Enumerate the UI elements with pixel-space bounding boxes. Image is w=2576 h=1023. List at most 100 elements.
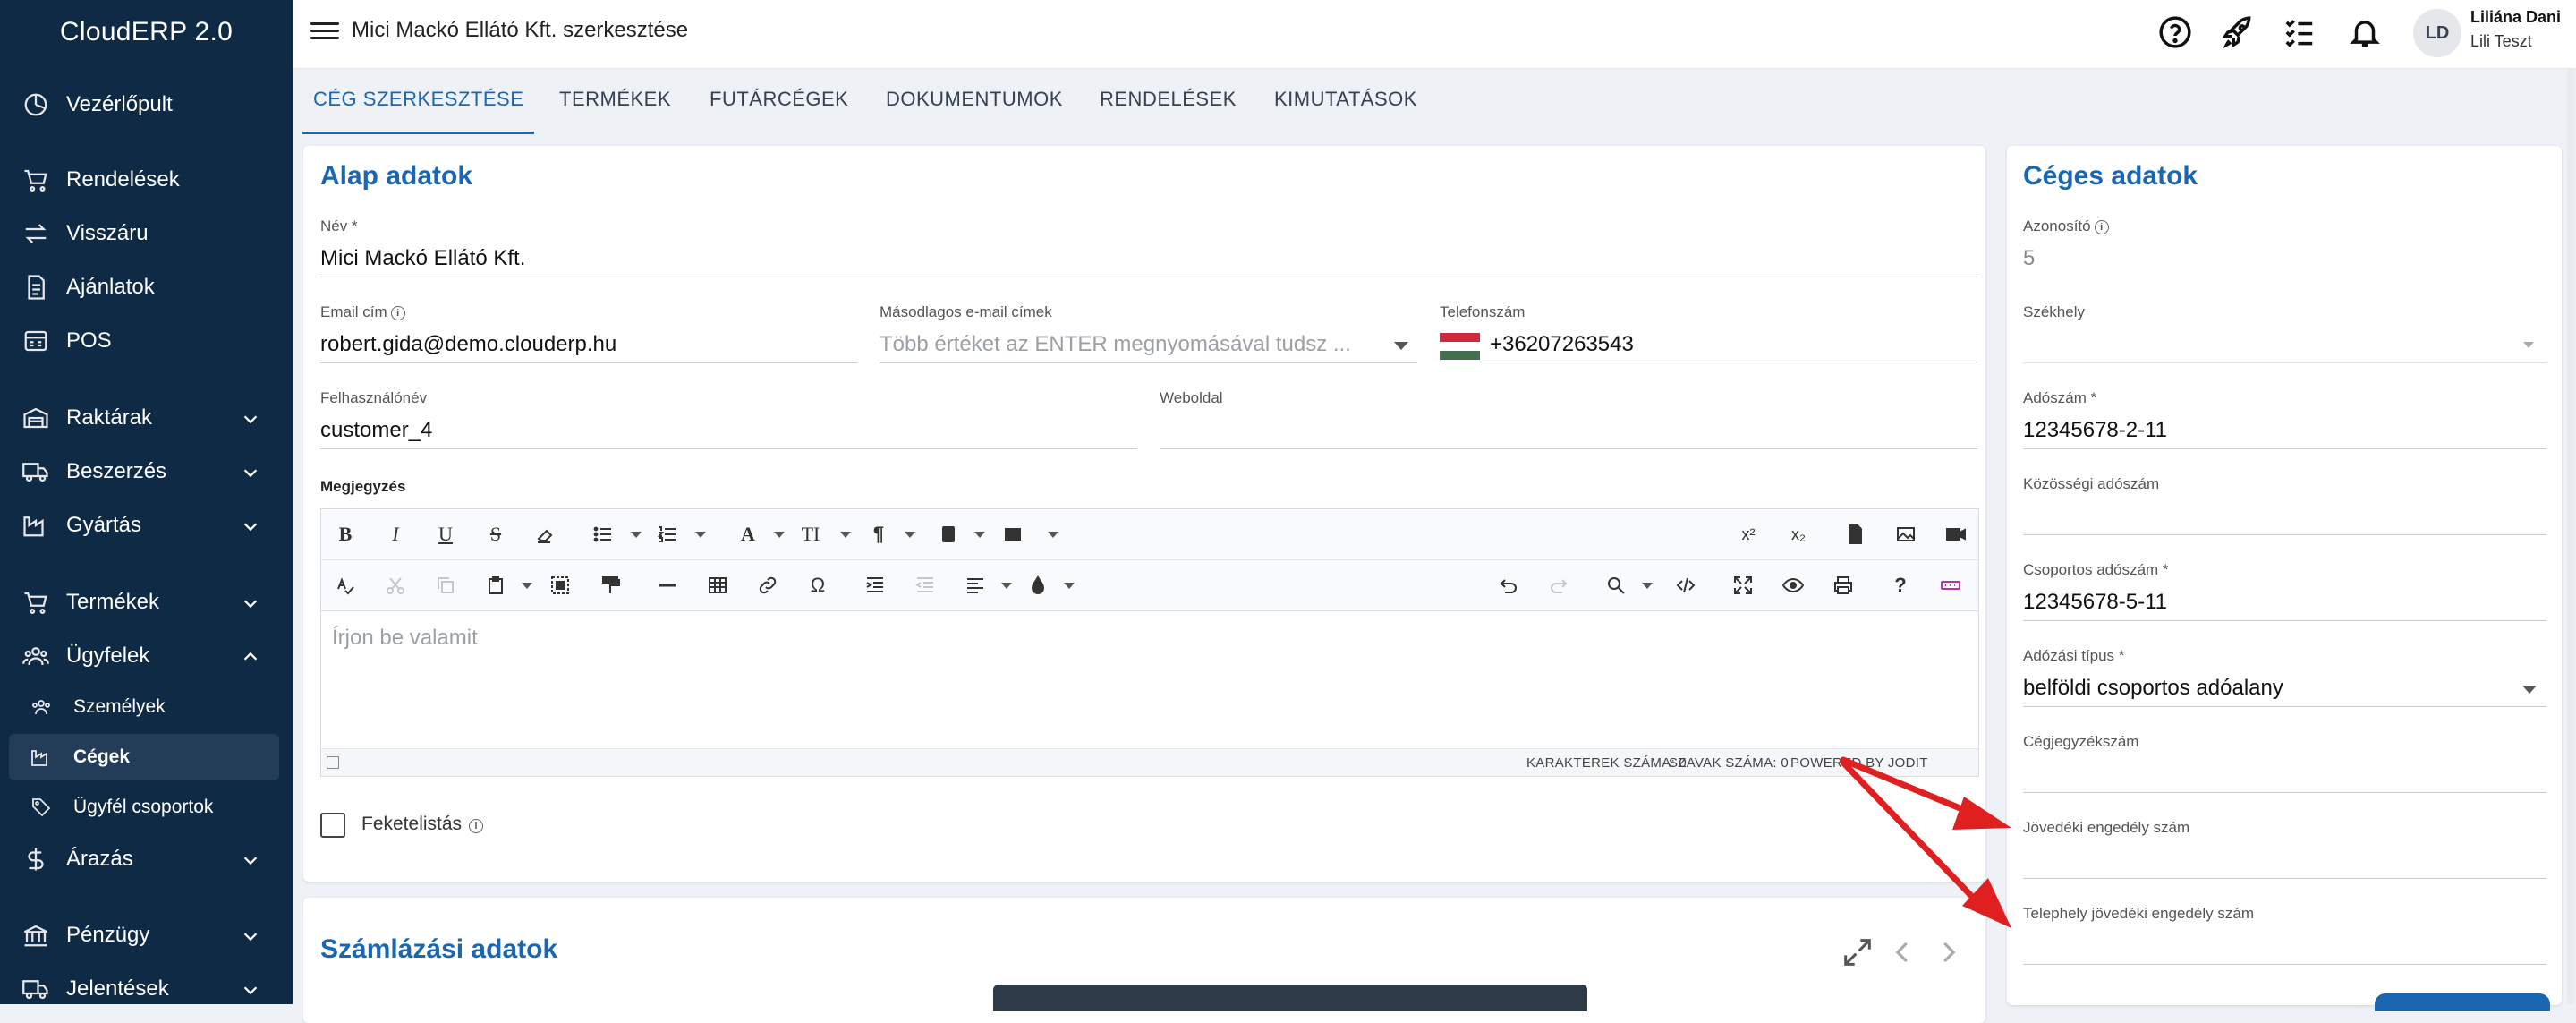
save-button[interactable] <box>2375 993 2550 1011</box>
email-input[interactable]: robert.gida@demo.clouderp.hu <box>320 327 857 363</box>
sidebar-item-purchasing[interactable]: Beszerzés <box>0 447 293 497</box>
link-icon[interactable] <box>754 571 781 600</box>
chevron-down-icon[interactable] <box>631 532 642 538</box>
print-icon[interactable] <box>1830 571 1857 600</box>
name-input[interactable]: Mici Mackó Ellátó Kft. <box>320 241 1977 277</box>
bell-icon[interactable] <box>2345 13 2385 52</box>
italic-icon[interactable]: I <box>382 520 409 549</box>
info-icon[interactable]: i <box>469 819 484 833</box>
reg-number-input[interactable] <box>2023 756 2546 793</box>
sidebar-subitem-customer-groups[interactable]: Ügyfél csoportok <box>0 784 293 831</box>
sidebar-subitem-companies[interactable]: Cégek <box>9 734 279 780</box>
font-size-icon[interactable]: TI <box>797 520 824 549</box>
paragraph-icon[interactable]: ¶ <box>865 520 892 549</box>
hungary-flag-icon[interactable] <box>1440 333 1480 360</box>
format-painter-icon[interactable] <box>597 571 624 600</box>
secondary-email-input[interactable]: Több értéket az ENTER megnyomásával tuds… <box>880 327 1417 363</box>
sidebar-item-finance[interactable]: Pénzügy <box>0 910 293 960</box>
paste-icon[interactable] <box>482 571 509 600</box>
resize-handle-icon[interactable] <box>327 756 339 769</box>
chevron-left-icon[interactable] <box>1890 934 1917 970</box>
bold-icon[interactable]: B <box>332 520 359 549</box>
sidebar-item-returns[interactable]: Visszáru <box>0 209 293 259</box>
sidebar-item-customers[interactable]: Ügyfelek <box>0 631 293 681</box>
strikethrough-icon[interactable]: S <box>482 520 509 549</box>
info-icon[interactable]: i <box>390 306 405 320</box>
site-excise-input[interactable] <box>2023 928 2546 965</box>
info-icon[interactable]: i <box>2094 220 2109 234</box>
checklist-icon[interactable] <box>2280 13 2319 52</box>
source-code-icon[interactable] <box>1672 571 1699 600</box>
chevron-right-icon[interactable] <box>1934 934 1961 970</box>
tab-documents[interactable]: DOKUMENTUMOK <box>886 69 1063 132</box>
seat-select[interactable] <box>2023 327 2546 363</box>
chevron-down-icon[interactable] <box>1642 583 1653 589</box>
tab-company-edit[interactable]: CÉG SZERKESZTÉSE <box>302 69 535 134</box>
outdent-icon[interactable] <box>912 571 939 600</box>
superscript-icon[interactable]: x² <box>1735 520 1762 549</box>
sidebar-item-manufacturing[interactable]: Gyártás <box>0 500 293 550</box>
sidebar-item-reports[interactable]: Jelentések <box>0 964 293 1014</box>
brush-icon[interactable] <box>1024 571 1051 600</box>
chevron-down-icon[interactable] <box>1001 583 1012 589</box>
chevron-down-icon[interactable] <box>1394 342 1408 350</box>
special-char-icon[interactable]: Ω <box>804 571 831 600</box>
spellcheck-icon[interactable] <box>332 571 359 600</box>
avatar[interactable]: LD <box>2413 9 2461 57</box>
dots-menu-icon[interactable] <box>1937 571 1964 600</box>
cut-icon[interactable] <box>382 571 409 600</box>
file-icon[interactable] <box>1842 520 1869 549</box>
website-input[interactable] <box>1160 413 1977 449</box>
chevron-down-icon[interactable] <box>1064 583 1075 589</box>
excise-input[interactable] <box>2023 842 2546 879</box>
blacklist-checkbox[interactable] <box>320 813 345 838</box>
phone-input[interactable]: +36207263543 <box>1440 327 1977 362</box>
horizontal-rule-icon[interactable] <box>654 571 681 600</box>
tab-reports[interactable]: KIMUTATÁSOK <box>1274 69 1417 132</box>
chevron-down-icon[interactable] <box>2522 686 2537 694</box>
rocket-icon[interactable] <box>2218 13 2257 52</box>
eraser-icon[interactable] <box>532 520 559 549</box>
sidebar-subitem-persons[interactable]: Személyek <box>0 684 293 730</box>
eu-tax-input[interactable] <box>2023 499 2546 535</box>
group-tax-input[interactable]: 12345678-5-11 <box>2023 584 2546 621</box>
video-icon[interactable] <box>1943 520 1969 549</box>
sidebar-item-pos[interactable]: POS <box>0 316 293 366</box>
chevron-down-icon[interactable] <box>695 532 706 538</box>
copy-icon[interactable] <box>432 571 459 600</box>
help-icon[interactable] <box>2155 13 2195 52</box>
username-input[interactable]: customer_4 <box>320 413 1137 449</box>
menu-icon[interactable] <box>310 18 339 45</box>
redo-icon[interactable] <box>1545 571 1572 600</box>
about-icon[interactable]: ? <box>1887 571 1914 600</box>
sidebar-item-products[interactable]: Termékek <box>0 577 293 627</box>
select-all-icon[interactable] <box>547 571 574 600</box>
indent-icon[interactable] <box>862 571 888 600</box>
chevron-down-icon[interactable] <box>2523 342 2534 348</box>
page-scrollbar[interactable] <box>2567 69 2574 1004</box>
chevron-down-icon[interactable] <box>774 532 785 538</box>
preview-eye-icon[interactable] <box>1780 571 1807 600</box>
fullscreen-icon[interactable] <box>1730 571 1756 600</box>
classname-icon[interactable] <box>935 520 962 549</box>
subscript-icon[interactable]: x₂ <box>1785 520 1812 549</box>
editor-placeholder[interactable]: Írjon be valamit <box>332 626 478 651</box>
table-icon[interactable] <box>704 571 731 600</box>
tab-couriers[interactable]: FUTÁRCÉGEK <box>710 69 848 132</box>
tab-products[interactable]: TERMÉKEK <box>559 69 671 132</box>
expand-icon[interactable] <box>1840 934 1875 970</box>
powered-by[interactable]: POWERED BY JODIT <box>1790 755 1928 771</box>
chevron-down-icon[interactable] <box>1048 532 1058 538</box>
sidebar-item-dashboard[interactable]: Vezérlőpult <box>0 80 293 130</box>
chevron-down-icon[interactable] <box>840 532 851 538</box>
font-icon[interactable]: A <box>735 520 761 549</box>
image-icon[interactable] <box>1892 520 1919 549</box>
chevron-down-icon[interactable] <box>522 583 532 589</box>
sidebar-item-pricing[interactable]: Árazás <box>0 834 293 884</box>
numbered-list-icon[interactable] <box>654 520 681 549</box>
sidebar-item-offers[interactable]: Ajánlatok <box>0 262 293 312</box>
chevron-down-icon[interactable] <box>905 532 915 538</box>
undo-icon[interactable] <box>1495 571 1522 600</box>
line-height-icon[interactable] <box>999 520 1026 549</box>
search-icon[interactable] <box>1603 571 1629 600</box>
